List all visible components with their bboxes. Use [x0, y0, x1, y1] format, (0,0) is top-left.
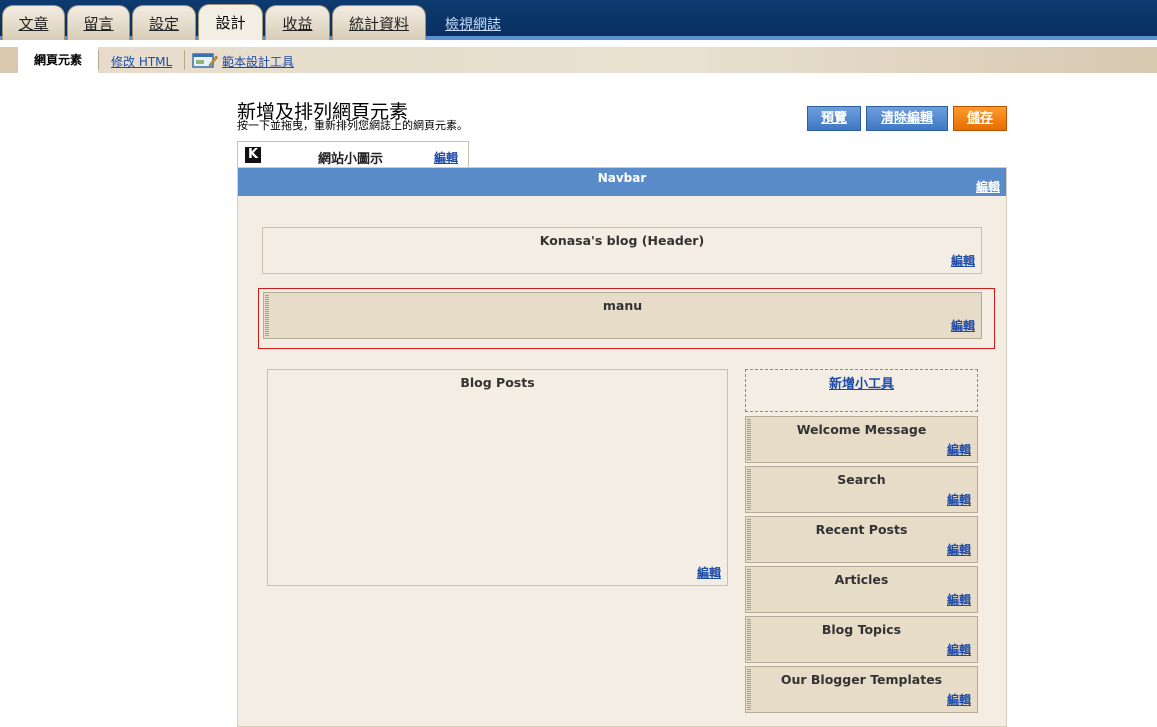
subtab-page-elements[interactable]: 網頁元素 — [18, 47, 98, 73]
blog-posts-edit-link[interactable]: 編輯 — [697, 564, 721, 581]
menu-widget-title: manu — [602, 298, 643, 313]
favicon-label: 網站小圖示 — [318, 152, 384, 167]
header-widget-edit-link[interactable]: 編輯 — [951, 252, 975, 269]
sidebar-widget-title: Welcome Message — [796, 422, 927, 437]
sub-tab-bar-edge — [0, 47, 18, 73]
sidebar-widget-edit-link[interactable]: 編輯 — [947, 441, 971, 458]
sidebar-widget-title: Our Blogger Templates — [780, 672, 943, 687]
header-widget-title: Konasa's blog (Header) — [539, 233, 705, 248]
sidebar-widget-articles[interactable]: Articles 編輯 — [745, 566, 978, 613]
favicon-logo-icon: K — [245, 147, 261, 163]
tab-design[interactable]: 設計 — [198, 4, 263, 40]
tab-settings[interactable]: 設定 — [132, 5, 196, 40]
navbar-edit-link[interactable]: 編輯 — [976, 178, 1000, 195]
subtab-edit-html[interactable]: 修改 HTML — [111, 53, 172, 70]
subtab-divider — [98, 50, 99, 70]
sidebar-widget-search[interactable]: Search 編輯 — [745, 466, 978, 513]
subtab-divider — [184, 50, 185, 70]
add-gadget-box[interactable]: 新增小工具 — [745, 369, 978, 412]
blog-posts-title: Blog Posts — [460, 375, 535, 390]
menu-widget[interactable]: manu 編輯 — [263, 292, 982, 339]
view-blog-link[interactable]: 檢視網誌 — [445, 14, 501, 34]
sidebar-widget-title: Blog Topics — [821, 622, 902, 637]
sidebar-widget-title: Recent Posts — [815, 522, 908, 537]
sidebar-widget-edit-link[interactable]: 編輯 — [947, 641, 971, 658]
page-subtitle: 按一下並拖曳，重新排列您網誌上的網頁元素。 — [237, 119, 468, 132]
layout-canvas: Navbar 編輯 Konasa's blog (Header) 編輯 manu… — [237, 167, 1007, 727]
menu-widget-edit-link[interactable]: 編輯 — [951, 317, 975, 334]
sidebar-widget-edit-link[interactable]: 編輯 — [947, 491, 971, 508]
navbar-widget: Navbar 編輯 — [238, 168, 1006, 196]
save-button[interactable]: 儲存 — [953, 106, 1007, 131]
tab-monetize[interactable]: 收益 — [265, 5, 330, 40]
favicon-edit-link[interactable]: 編輯 — [434, 149, 458, 166]
subtab-template-designer[interactable]: 範本設計工具 — [222, 53, 294, 70]
preview-button[interactable]: 預覽 — [807, 106, 861, 131]
blog-posts-widget: Blog Posts 編輯 — [267, 369, 728, 586]
clear-edits-button[interactable]: 清除編輯 — [866, 106, 948, 131]
sidebar-widget-recent-posts[interactable]: Recent Posts 編輯 — [745, 516, 978, 563]
header-widget: Konasa's blog (Header) 編輯 — [262, 227, 982, 274]
tab-posts[interactable]: 文章 — [2, 5, 65, 40]
top-tab-bar: 文章 留言 設定 設計 收益 統計資料 檢視網誌 — [0, 0, 1157, 40]
sidebar-widget-our-blogger-templates[interactable]: Our Blogger Templates 編輯 — [745, 666, 978, 713]
sidebar-widget-title: Articles — [834, 572, 889, 587]
sub-tab-bar: 網頁元素 修改 HTML 範本設計工具 — [0, 47, 1157, 73]
sidebar-widget-blog-topics[interactable]: Blog Topics 編輯 — [745, 616, 978, 663]
template-designer-icon[interactable] — [192, 52, 218, 68]
sidebar-widget-edit-link[interactable]: 編輯 — [947, 691, 971, 708]
tab-stats[interactable]: 統計資料 — [332, 5, 426, 40]
sidebar-widget-edit-link[interactable]: 編輯 — [947, 591, 971, 608]
tab-comments[interactable]: 留言 — [67, 5, 130, 40]
sidebar-widget-title: Search — [837, 472, 886, 487]
sidebar-widget-edit-link[interactable]: 編輯 — [947, 541, 971, 558]
sidebar-widget-welcome-message[interactable]: Welcome Message 編輯 — [745, 416, 978, 463]
add-gadget-link[interactable]: 新增小工具 — [829, 373, 894, 392]
favicon-widget: K 網站小圖示 編輯 — [237, 141, 469, 168]
navbar-label: Navbar — [597, 171, 647, 185]
